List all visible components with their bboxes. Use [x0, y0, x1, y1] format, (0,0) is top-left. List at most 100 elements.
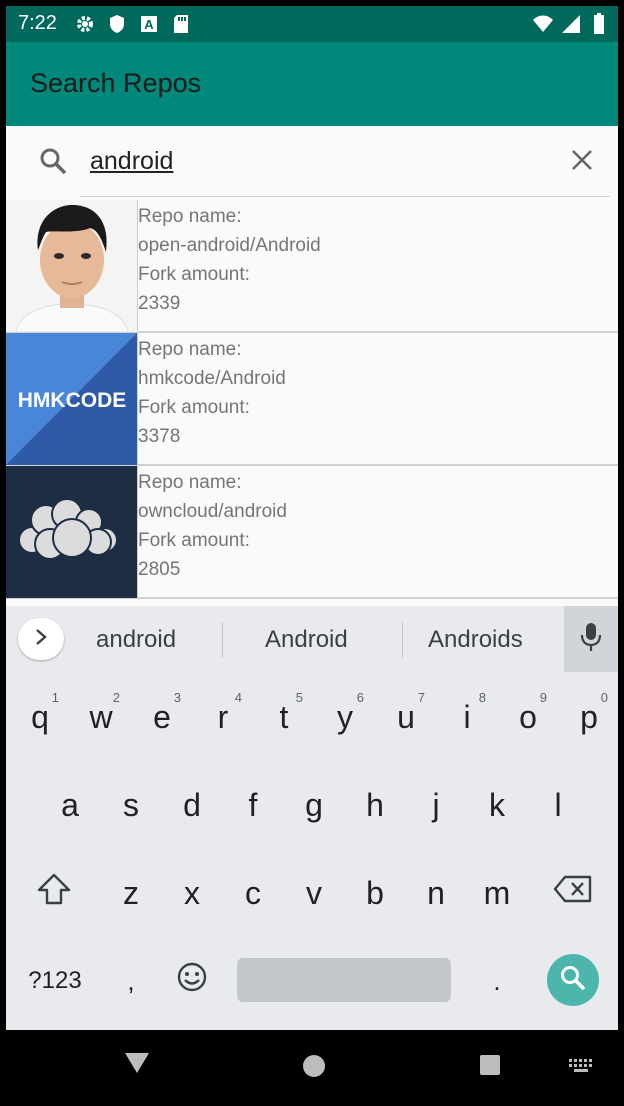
- key-hint: 7: [417, 690, 425, 705]
- key-n[interactable]: n: [409, 858, 463, 928]
- space-key[interactable]: [237, 958, 451, 1002]
- key-v[interactable]: v: [287, 858, 341, 928]
- recents-icon[interactable]: [479, 1054, 501, 1080]
- hmkcode-logo-text: HMKCODE: [18, 389, 127, 412]
- key-e[interactable]: e3: [135, 682, 189, 752]
- key-j[interactable]: j: [409, 770, 463, 840]
- key-label: e: [153, 698, 171, 735]
- repo-name-label: Repo name:: [138, 472, 242, 493]
- list-item[interactable]: Repo name: owncloud/android Fork amount:…: [6, 466, 618, 599]
- key-hint: 8: [478, 690, 486, 705]
- key-label: u: [397, 698, 415, 735]
- key-b[interactable]: b: [348, 858, 402, 928]
- key-f[interactable]: f: [226, 770, 280, 840]
- key-u[interactable]: u7: [379, 682, 433, 752]
- key-y[interactable]: y6: [318, 682, 372, 752]
- key-hint: 4: [234, 690, 242, 705]
- home-icon[interactable]: [302, 1054, 326, 1082]
- font-a-icon: A: [138, 13, 160, 35]
- key-hint: 5: [295, 690, 303, 705]
- status-time: 7:22: [18, 12, 57, 34]
- key-hint: 2: [112, 690, 120, 705]
- key-x[interactable]: x: [165, 858, 219, 928]
- shift-icon: [36, 872, 72, 914]
- shield-icon: [106, 13, 128, 35]
- fork-amount-label: Fork amount:: [138, 530, 250, 551]
- key-label: w: [89, 698, 113, 735]
- key-m[interactable]: m: [470, 858, 524, 928]
- repo-name: open-android/Android: [138, 235, 321, 256]
- backspace-key[interactable]: [546, 858, 600, 928]
- suggestion-strip: android Android Androids: [6, 606, 618, 672]
- key-hint: 0: [600, 690, 608, 705]
- suggestion-1[interactable]: android: [96, 626, 176, 654]
- fork-amount: 2339: [138, 293, 181, 314]
- search-icon: [38, 146, 68, 180]
- key-t[interactable]: t5: [257, 682, 311, 752]
- close-icon[interactable]: [570, 148, 594, 176]
- fork-amount-label: Fork amount:: [138, 264, 250, 285]
- key-i[interactable]: i8: [440, 682, 494, 752]
- svg-text:A: A: [144, 17, 154, 32]
- back-icon[interactable]: [124, 1052, 150, 1078]
- device-screen: 7:22 A Search Repos android Repo name: o…: [6, 6, 618, 1030]
- suggestion-divider: [222, 622, 223, 658]
- mic-icon: [580, 622, 602, 656]
- key-z[interactable]: z: [104, 858, 158, 928]
- status-bar: 7:22 A: [6, 6, 618, 42]
- keyboard-switch-icon[interactable]: [568, 1058, 594, 1078]
- key-label: q: [31, 698, 49, 735]
- search-bar: android: [6, 126, 618, 200]
- key-r[interactable]: r4: [196, 682, 250, 752]
- photo-avatar: [6, 200, 137, 332]
- list-item[interactable]: Repo name: open-android/Android Fork amo…: [6, 200, 618, 333]
- key-q[interactable]: q1: [13, 682, 67, 752]
- search-input-underline: [80, 196, 610, 197]
- key-w[interactable]: w2: [74, 682, 128, 752]
- key-label: p: [580, 698, 598, 735]
- expand-suggestions-button[interactable]: [18, 618, 64, 660]
- battery-icon: [588, 13, 610, 35]
- key-o[interactable]: o9: [501, 682, 555, 752]
- key-c[interactable]: c: [226, 858, 280, 928]
- search-input[interactable]: android: [90, 147, 173, 176]
- wifi-icon: [532, 13, 554, 35]
- key-label: o: [519, 698, 537, 735]
- list-item[interactable]: HMKCODE Repo name: hmkcode/Android Fork …: [6, 333, 618, 466]
- system-nav-bar: [0, 1030, 624, 1106]
- emoji-key[interactable]: [165, 946, 219, 1016]
- key-p[interactable]: p0: [562, 682, 616, 752]
- repo-info: Repo name: open-android/Android Fork amo…: [138, 202, 321, 318]
- key-s[interactable]: s: [104, 770, 158, 840]
- chevron-right-icon: [34, 628, 48, 650]
- sd-card-icon: [170, 13, 192, 35]
- key-d[interactable]: d: [165, 770, 219, 840]
- suggestion-3[interactable]: Androids: [428, 626, 523, 654]
- signal-icon: [560, 13, 582, 35]
- key-label: t: [279, 698, 289, 735]
- key-g[interactable]: g: [287, 770, 341, 840]
- key-label: y: [337, 698, 353, 735]
- soft-keyboard: android Android Androids q1 w2 e3 r4 t5 …: [6, 606, 618, 1030]
- repo-name: owncloud/android: [138, 501, 287, 522]
- key-k[interactable]: k: [470, 770, 524, 840]
- key-a[interactable]: a: [43, 770, 97, 840]
- key-l[interactable]: l: [531, 770, 585, 840]
- search-action-key[interactable]: [547, 954, 599, 1006]
- settings-icon: [74, 13, 96, 35]
- symbols-key[interactable]: ?123: [20, 946, 90, 1016]
- repo-name-label: Repo name:: [138, 206, 242, 227]
- period-key[interactable]: .: [470, 946, 524, 1016]
- repo-list: Repo name: open-android/Android Fork amo…: [6, 200, 618, 599]
- comma-key[interactable]: ,: [104, 946, 158, 1016]
- shift-key[interactable]: [27, 858, 81, 928]
- hmkcode-logo: HMKCODE: [6, 333, 137, 465]
- suggestion-2[interactable]: Android: [265, 626, 348, 654]
- key-label: i: [463, 698, 471, 735]
- fork-amount: 3378: [138, 426, 181, 447]
- mic-button[interactable]: [564, 606, 618, 672]
- key-h[interactable]: h: [348, 770, 402, 840]
- repo-name-label: Repo name:: [138, 339, 242, 360]
- key-hint: 1: [51, 690, 59, 705]
- backspace-icon: [553, 874, 593, 912]
